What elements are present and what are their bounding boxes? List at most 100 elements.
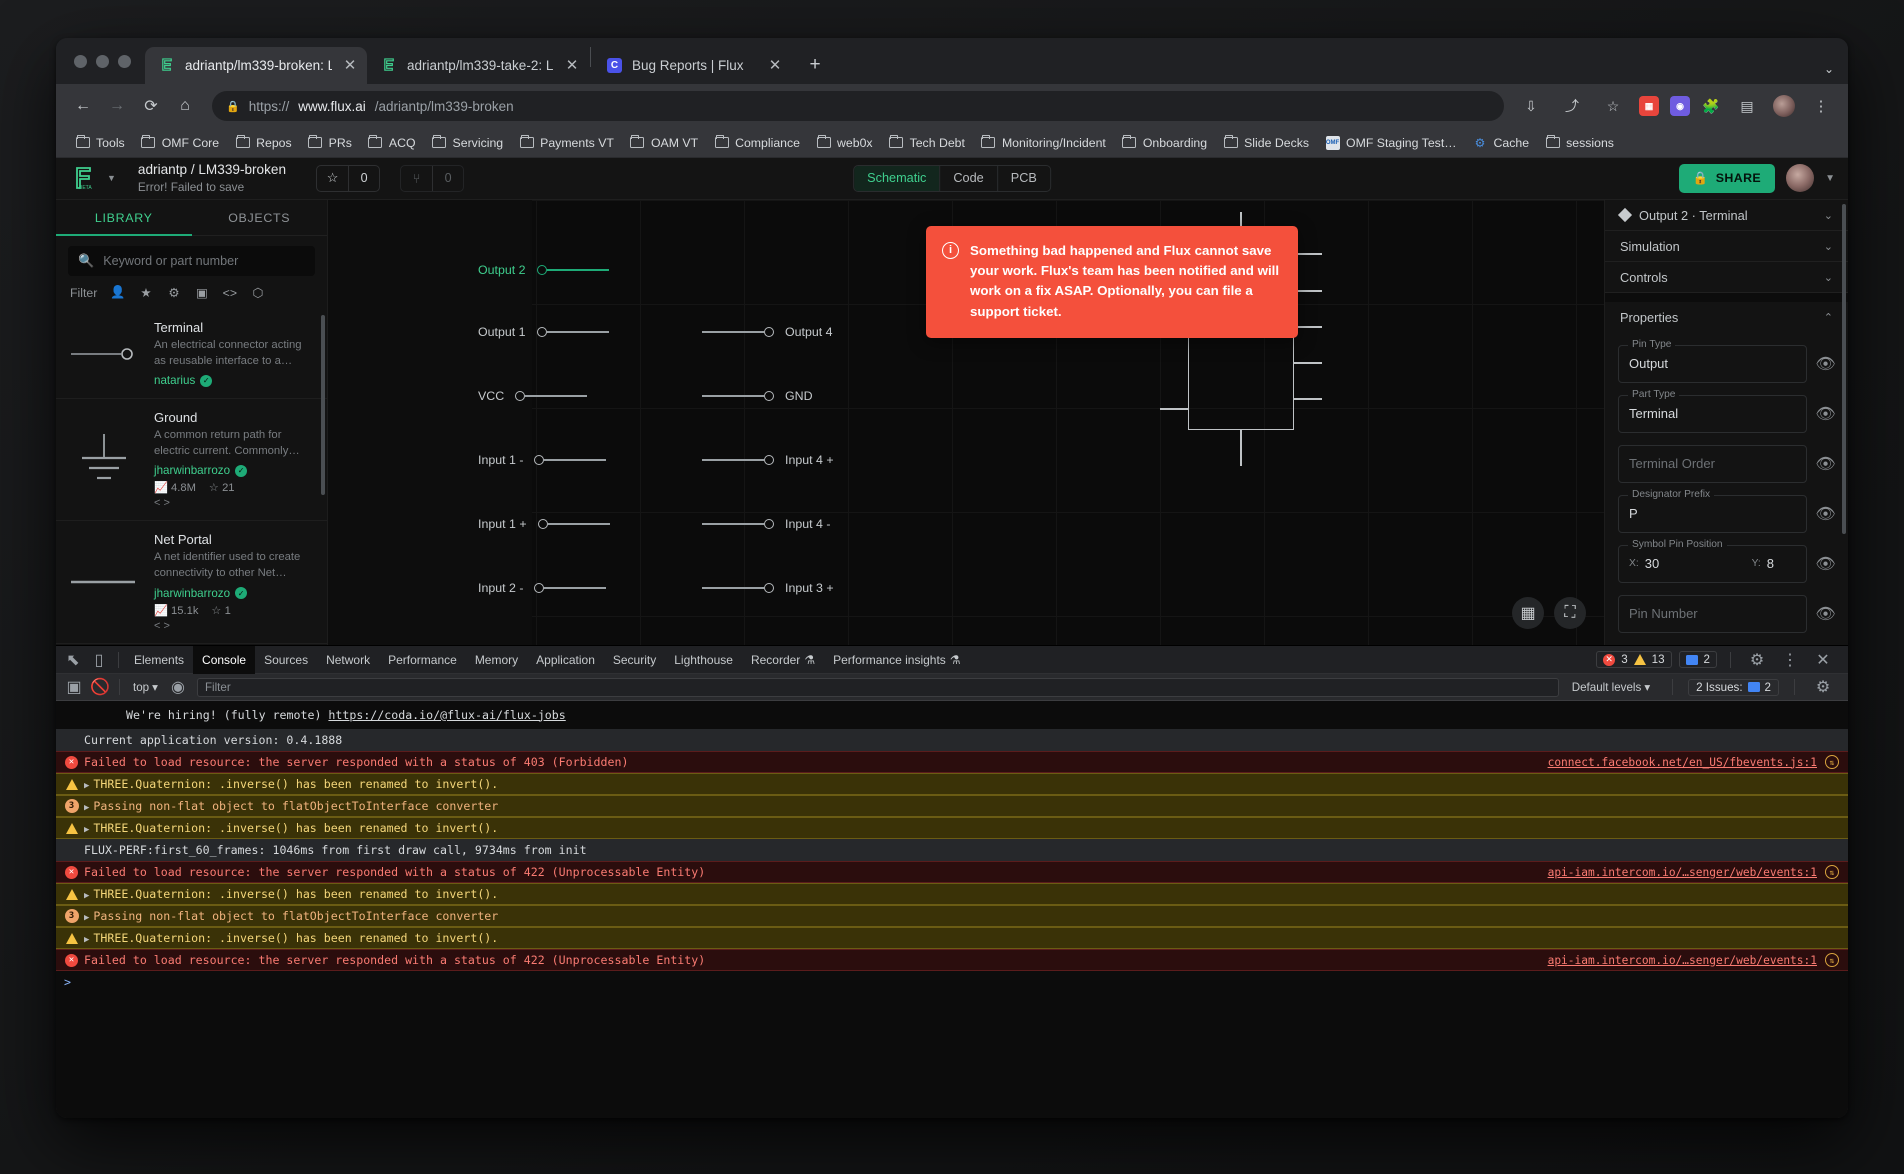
visibility-off-icon[interactable]: 👁 xyxy=(1815,354,1835,374)
new-tab-button[interactable]: + xyxy=(800,50,830,80)
pin-node[interactable] xyxy=(764,582,774,593)
console-log-row[interactable]: Current application version: 0.4.1888 xyxy=(56,729,1848,751)
visibility-off-icon[interactable]: 👁 xyxy=(1815,404,1835,424)
code-icon[interactable]: <> xyxy=(222,285,237,300)
tab-code[interactable]: Code xyxy=(939,165,996,191)
console-context-select[interactable]: top ▾ xyxy=(126,680,165,695)
part-type-input[interactable]: Part Type Terminal xyxy=(1618,388,1807,433)
console-log-source[interactable]: api-iam.intercom.io/…senger/web/events:1 xyxy=(1548,954,1817,967)
console-log-list[interactable]: We're hiring! (fully remote) https://cod… xyxy=(56,701,1848,1118)
inspector-scrollbar[interactable] xyxy=(1842,203,1846,534)
expand-triangle-icon[interactable]: ▶ xyxy=(84,825,89,835)
bookmark-item[interactable]: OMF Core xyxy=(134,133,226,153)
home-button[interactable]: ⌂ xyxy=(170,91,200,121)
pin-output-1[interactable]: Output 1 xyxy=(478,324,609,340)
minimize-window-button[interactable] xyxy=(96,54,109,68)
expand-triangle-icon[interactable]: ▶ xyxy=(84,781,89,791)
tab-schematic[interactable]: Schematic xyxy=(854,165,940,191)
close-icon[interactable]: ✕ xyxy=(1810,647,1836,673)
tab-console[interactable]: Console xyxy=(193,645,256,674)
console-log-row[interactable]: ▶ THREE.Quaternion: .inverse() has been r… xyxy=(56,817,1848,839)
tab-security[interactable]: Security xyxy=(604,646,665,674)
grid-icon[interactable]: ▦ xyxy=(1512,597,1544,629)
part-author[interactable]: natarius ✓ xyxy=(154,374,314,387)
console-log-row[interactable]: > xyxy=(56,971,1848,993)
tab-elements[interactable]: Elements xyxy=(125,646,193,674)
pin-vcc[interactable]: VCC xyxy=(478,388,588,404)
list-item[interactable]: Ground A common return path for electric… xyxy=(56,399,327,522)
bookmark-item[interactable]: Slide Decks xyxy=(1216,133,1316,153)
terminal-order-input[interactable]: Terminal Order xyxy=(1618,444,1807,483)
bookmark-item[interactable]: web0x xyxy=(809,133,880,153)
chevron-down-icon[interactable]: ⌄ xyxy=(1824,240,1833,253)
person-icon[interactable]: 👤 xyxy=(110,285,125,300)
part-author[interactable]: jharwinbarrozo ✓ xyxy=(154,587,314,600)
pin-input-2-plus[interactable]: Input 2 + xyxy=(478,644,610,646)
bookmark-item[interactable]: sessions xyxy=(1538,133,1621,153)
star-counter[interactable]: ☆ 0 xyxy=(316,164,381,192)
close-icon[interactable]: ✕ xyxy=(341,57,359,75)
chevron-down-icon[interactable]: ⌄ xyxy=(1824,271,1833,284)
back-button[interactable]: ← xyxy=(68,91,98,121)
chevron-down-icon[interactable]: ▼ xyxy=(1825,173,1835,184)
console-sidebar-icon[interactable]: ▣ xyxy=(61,674,87,700)
pin-node[interactable] xyxy=(536,264,547,275)
bookmark-star-icon[interactable]: ☆ xyxy=(1598,91,1628,121)
parts-list[interactable]: Terminal An electrical connector acting … xyxy=(56,309,327,645)
fork-counter[interactable]: ⑂ 0 xyxy=(400,164,465,192)
bookmark-item[interactable]: Payments VT xyxy=(512,133,621,153)
console-log-row[interactable]: We're hiring! (fully remote) https://cod… xyxy=(56,701,1848,729)
chevron-down-icon[interactable]: ⌄ xyxy=(1824,209,1833,222)
pin-node[interactable] xyxy=(534,454,545,465)
chevron-down-icon[interactable]: ⌄ xyxy=(1824,62,1834,76)
inspector-section-properties[interactable]: Properties ⌃ xyxy=(1605,302,1848,333)
inspector-section-simulation[interactable]: Simulation ⌄ xyxy=(1605,231,1848,263)
inspector-selection-row[interactable]: Output 2 · Terminal ⌄ xyxy=(1605,200,1848,232)
expand-triangle-icon[interactable]: ▶ xyxy=(84,803,89,813)
device-toolbar-icon[interactable]: ▯ xyxy=(86,647,112,673)
y-value[interactable]: 8 xyxy=(1767,556,1774,571)
issue-counts[interactable]: ✕ 3 13 xyxy=(1596,651,1672,668)
console-log-row[interactable]: ✕ Failed to load resource: the server res… xyxy=(56,861,1848,883)
console-log-row[interactable]: ✕ Failed to load resource: the server res… xyxy=(56,751,1848,773)
pin-gnd[interactable]: GND xyxy=(702,388,813,404)
tab-application[interactable]: Application xyxy=(527,646,604,674)
extension-icon-purple[interactable]: ◉ xyxy=(1670,96,1690,116)
tab-performance[interactable]: Performance xyxy=(379,646,466,674)
console-link[interactable]: https://coda.io/@flux-ai/flux-jobs xyxy=(328,708,565,722)
symbol-pin-position-input[interactable]: Symbol Pin Position X: 30 Y: 8 xyxy=(1618,538,1807,583)
browser-menu-icon[interactable]: ⋮ xyxy=(1806,91,1836,121)
bookmark-item[interactable]: OMF OMF Staging Test… xyxy=(1318,133,1464,153)
visibility-off-icon[interactable]: 👁 xyxy=(1815,504,1835,524)
expand-triangle-icon[interactable]: ▶ xyxy=(84,891,89,901)
browser-tab-2[interactable]: adriantp/lm339-take-2: LM339 ✕ xyxy=(367,47,589,84)
close-icon[interactable]: ✕ xyxy=(563,57,581,75)
visibility-off-icon[interactable]: 👁 xyxy=(1815,554,1835,574)
bookmark-item[interactable]: Tools xyxy=(68,133,132,153)
tab-sources[interactable]: Sources xyxy=(255,646,317,674)
pin-node[interactable] xyxy=(764,518,774,529)
tab-pcb[interactable]: PCB xyxy=(996,165,1050,191)
pin-node[interactable] xyxy=(764,326,774,337)
console-levels-select[interactable]: Default levels ▾ xyxy=(1565,680,1657,695)
console-log-row[interactable]: 3 ▶ Passing non-flat object to flatObjectT… xyxy=(56,795,1848,817)
reload-button[interactable]: ⟳ xyxy=(136,91,166,121)
pin-input-2-minus[interactable]: Input 2 - xyxy=(478,580,607,596)
browser-tab-1[interactable]: adriantp/lm339-broken: LM339 ✕ xyxy=(145,47,367,84)
open-in-network-icon[interactable]: ⇅ xyxy=(1824,865,1840,879)
share-icon[interactable]: ⤴ xyxy=(1557,91,1587,121)
bookmark-item[interactable]: Repos xyxy=(228,133,299,153)
pin-input-1-minus[interactable]: Input 1 - xyxy=(478,452,607,468)
tab-recorder[interactable]: Recorder ⚗ xyxy=(742,646,824,674)
sidebar-scrollbar[interactable] xyxy=(321,315,325,496)
window-traffic-lights[interactable] xyxy=(68,38,145,84)
address-bar[interactable]: 🔒 https:// www.flux.ai/adriantp/lm339-bro… xyxy=(212,91,1504,121)
pin-node[interactable] xyxy=(764,454,774,465)
issues-badge[interactable]: 2 Issues: 2 xyxy=(1688,678,1779,696)
pin-node[interactable] xyxy=(534,582,545,593)
console-log-row[interactable]: ✕ Failed to load resource: the server res… xyxy=(56,949,1848,971)
pin-input-1-plus[interactable]: Input 1 + xyxy=(478,516,610,532)
chip-icon[interactable]: ⚙ xyxy=(166,285,181,300)
ic-icon[interactable]: ▣ xyxy=(194,285,209,300)
bookmark-item[interactable]: Onboarding xyxy=(1115,133,1214,153)
